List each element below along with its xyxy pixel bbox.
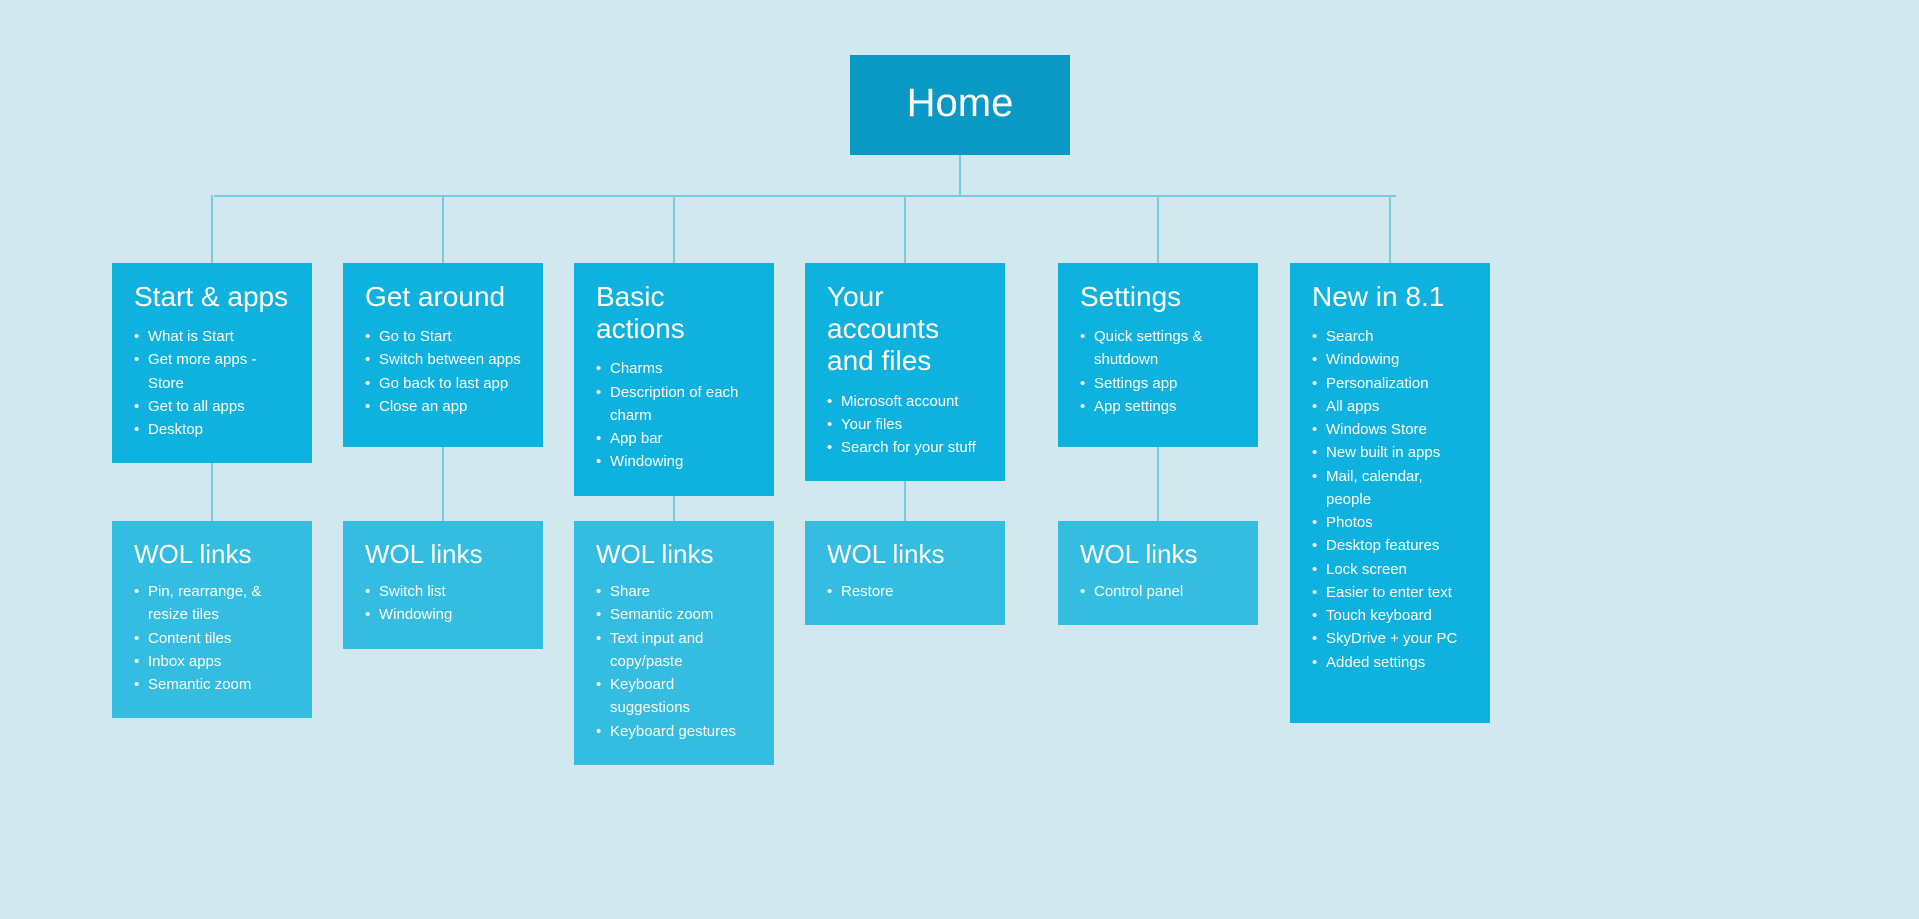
wol-title: WOL links: [134, 539, 290, 570]
list-item: Windowing: [1312, 348, 1468, 371]
list-item: Photos: [1312, 511, 1468, 534]
list-item: Windowing: [365, 603, 521, 626]
node-home: Home: [850, 55, 1070, 155]
wol-items: ShareSemantic zoomText input and copy/pa…: [596, 580, 752, 743]
list-item: Desktop features: [1312, 534, 1468, 557]
list-item: Text input and copy/paste: [596, 627, 752, 674]
list-item: Restore: [827, 580, 983, 603]
connector: [1389, 195, 1391, 263]
connector: [673, 195, 675, 263]
list-item: Personalization: [1312, 372, 1468, 395]
category-title: New in 8.1: [1312, 281, 1468, 313]
list-item: Share: [596, 580, 752, 603]
wol-items: Control panel: [1080, 580, 1236, 603]
wol-title: WOL links: [596, 539, 752, 570]
list-item: Inbox apps: [134, 650, 290, 673]
sitemap-diagram: { "root": { "title": "Home" }, "columns"…: [0, 0, 1919, 919]
category-node: Basic actions CharmsDescription of each c…: [574, 263, 774, 496]
list-item: Close an app: [365, 395, 521, 418]
category-title: Settings: [1080, 281, 1236, 313]
wol-title: WOL links: [365, 539, 521, 570]
connector: [904, 195, 906, 263]
list-item: Semantic zoom: [134, 673, 290, 696]
wol-node: WOL links Restore: [805, 521, 1005, 625]
list-item: Search: [1312, 325, 1468, 348]
node-home-title: Home: [907, 81, 1014, 126]
category-items: CharmsDescription of each charmApp barWi…: [596, 357, 752, 473]
list-item: Mail, calendar, people: [1312, 465, 1468, 512]
list-item: Switch between apps: [365, 348, 521, 371]
list-item: Keyboard gestures: [596, 720, 752, 743]
category-node: Get around Go to StartSwitch between apps…: [343, 263, 543, 447]
list-item: Quick settings & shutdown: [1080, 325, 1236, 372]
wol-items: Switch listWindowing: [365, 580, 521, 627]
wol-node: WOL links Switch listWindowing: [343, 521, 543, 649]
wol-items: Restore: [827, 580, 983, 603]
list-item: App settings: [1080, 395, 1236, 418]
list-item: Search for your stuff: [827, 436, 983, 459]
connector: [214, 195, 1396, 197]
wol-node: WOL links Control panel: [1058, 521, 1258, 625]
list-item: Touch keyboard: [1312, 604, 1468, 627]
category-title: Basic actions: [596, 281, 752, 345]
list-item: All apps: [1312, 395, 1468, 418]
list-item: Get to all apps: [134, 395, 290, 418]
list-item: Microsoft account: [827, 390, 983, 413]
category-node: New in 8.1 SearchWindowingPersonalization…: [1290, 263, 1490, 723]
list-item: SkyDrive + your PC: [1312, 627, 1468, 650]
list-item: New built in apps: [1312, 441, 1468, 464]
list-item: Switch list: [365, 580, 521, 603]
list-item: Windowing: [596, 450, 752, 473]
list-item: App bar: [596, 427, 752, 450]
list-item: Charms: [596, 357, 752, 380]
list-item: Go to Start: [365, 325, 521, 348]
list-item: What is Start: [134, 325, 290, 348]
list-item: Windows Store: [1312, 418, 1468, 441]
connector: [442, 195, 444, 263]
connector: [1157, 447, 1159, 521]
wol-title: WOL links: [827, 539, 983, 570]
category-node: Settings Quick settings & shutdownSetting…: [1058, 263, 1258, 447]
connector: [959, 155, 961, 195]
connector: [211, 195, 213, 263]
category-title: Start & apps: [134, 281, 290, 313]
list-item: Lock screen: [1312, 558, 1468, 581]
list-item: Keyboard suggestions: [596, 673, 752, 720]
category-items: What is StartGet more apps - StoreGet to…: [134, 325, 290, 441]
wol-node: WOL links Pin, rearrange, & resize tilesC…: [112, 521, 312, 718]
list-item: Control panel: [1080, 580, 1236, 603]
wol-items: Pin, rearrange, & resize tilesContent ti…: [134, 580, 290, 696]
category-title: Your accounts and files: [827, 281, 983, 378]
connector: [442, 447, 444, 521]
list-item: Semantic zoom: [596, 603, 752, 626]
wol-title: WOL links: [1080, 539, 1236, 570]
category-items: Quick settings & shutdownSettings appApp…: [1080, 325, 1236, 418]
category-items: SearchWindowingPersonalizationAll appsWi…: [1312, 325, 1468, 674]
category-items: Microsoft accountYour filesSearch for yo…: [827, 390, 983, 460]
list-item: Easier to enter text: [1312, 581, 1468, 604]
list-item: Settings app: [1080, 372, 1236, 395]
list-item: Added settings: [1312, 651, 1468, 674]
list-item: Go back to last app: [365, 372, 521, 395]
wol-node: WOL links ShareSemantic zoomText input an…: [574, 521, 774, 765]
category-title: Get around: [365, 281, 521, 313]
connector: [1157, 195, 1159, 263]
list-item: Desktop: [134, 418, 290, 441]
list-item: Get more apps - Store: [134, 348, 290, 395]
list-item: Pin, rearrange, & resize tiles: [134, 580, 290, 627]
category-node: Start & apps What is StartGet more apps -…: [112, 263, 312, 463]
category-items: Go to StartSwitch between appsGo back to…: [365, 325, 521, 418]
category-node: Your accounts and files Microsoft account…: [805, 263, 1005, 481]
list-item: Description of each charm: [596, 381, 752, 428]
list-item: Content tiles: [134, 627, 290, 650]
list-item: Your files: [827, 413, 983, 436]
